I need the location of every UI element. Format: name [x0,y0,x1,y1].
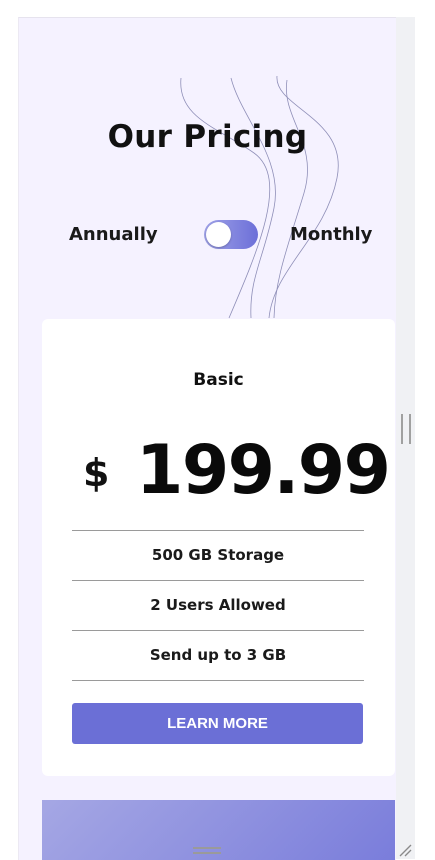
plan-name: Basic [193,370,244,390]
switch-knob[interactable] [206,222,231,247]
currency-symbol: $ [83,451,110,495]
billing-period-switch[interactable] [204,220,258,249]
annually-label[interactable]: Annually [69,224,158,245]
feature-item: 2 Users Allowed [72,580,364,630]
pricing-section: Our Pricing Annually Monthly Basic $ 199… [18,17,396,860]
page-title: Our Pricing [107,119,308,155]
learn-more-button[interactable]: LEARN MORE [72,703,363,744]
monthly-label[interactable]: Monthly [290,224,372,245]
feature-item: 500 GB Storage [72,530,364,580]
feature-list: 500 GB Storage 2 Users Allowed Send up t… [72,530,364,681]
decorative-wave-lines [180,75,339,319]
feature-item: Send up to 3 GB [72,630,364,681]
plan-price: 199.99 [136,431,391,510]
billing-toggle-row: Annually Monthly [19,217,396,253]
horizontal-resize-grip-icon[interactable] [193,847,221,855]
corner-resize-icon[interactable] [398,843,412,857]
vertical-resize-grip-icon[interactable] [401,414,411,444]
pricing-card-basic: Basic $ 199.99 500 GB Storage 2 Users Al… [42,319,395,776]
